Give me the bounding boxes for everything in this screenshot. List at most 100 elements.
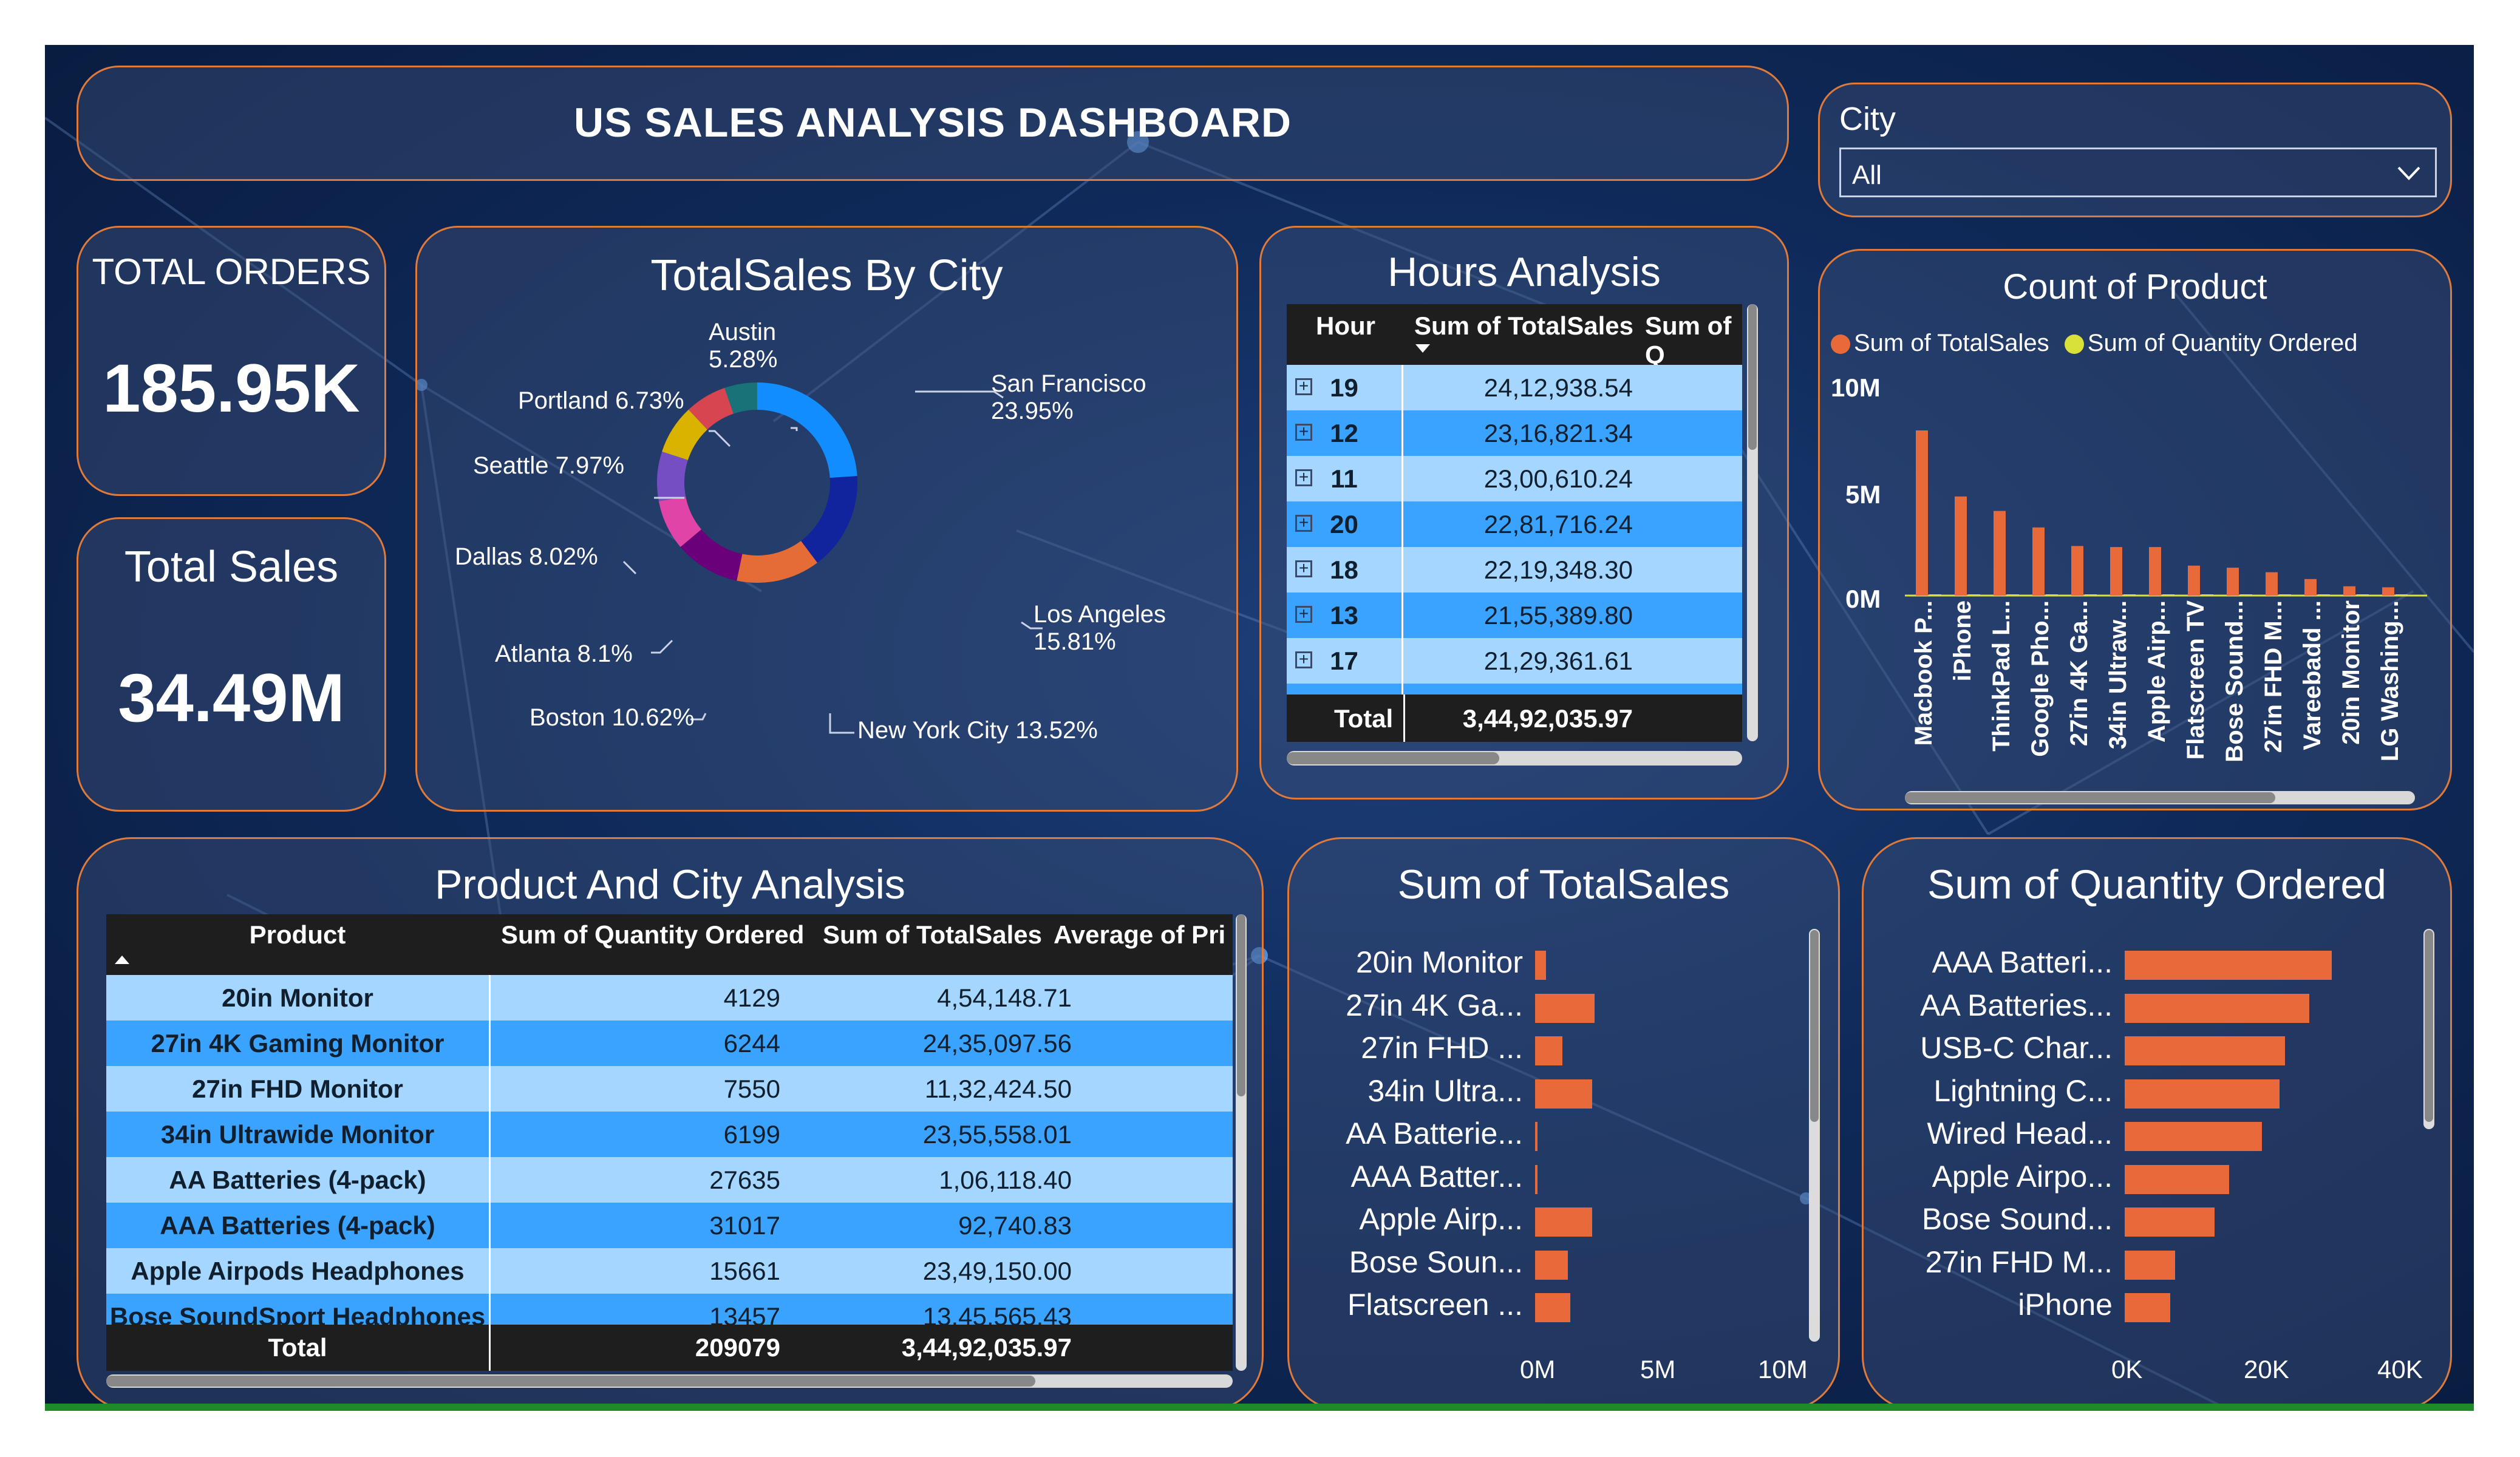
hours-vscroll[interactable] <box>1747 304 1758 741</box>
expand-icon[interactable]: + <box>1295 514 1312 532</box>
table-row[interactable]: AA Batteries (4-pack) 27635 1,06,118.40 <box>106 1157 1233 1203</box>
table-row[interactable]: 18 22,19,348.30 + <box>1287 547 1742 593</box>
col-total-sales[interactable]: Sum of TotalSales <box>823 920 1042 949</box>
count-bar-sales[interactable] <box>1955 496 1967 596</box>
count-bar-qty[interactable] <box>2357 594 2369 596</box>
qty-bar[interactable] <box>2125 1207 2215 1237</box>
count-bar-sales[interactable] <box>2382 587 2394 596</box>
sales-bar[interactable] <box>1535 1207 1592 1237</box>
expand-icon[interactable]: + <box>1295 378 1312 395</box>
count-bar-sales[interactable] <box>2071 546 2083 596</box>
sales-bar[interactable] <box>1535 1164 1538 1194</box>
count-category-label: 27in 4K Ga... <box>2066 600 2093 746</box>
qty-bar[interactable] <box>2125 1293 2171 1322</box>
sales-bar[interactable] <box>1535 1250 1568 1280</box>
expand-icon[interactable]: + <box>1295 469 1312 486</box>
count-bar-qty[interactable] <box>1968 594 1980 596</box>
sales-bar[interactable] <box>1535 1122 1538 1151</box>
donut-label-dallas: Dallas 8.02% <box>455 543 598 570</box>
qty-bar[interactable] <box>2125 993 2309 1023</box>
count-bar-sales[interactable] <box>1994 511 2006 596</box>
table-row[interactable]: 17 21,29,361.61 + <box>1287 638 1742 684</box>
expand-icon[interactable]: + <box>1295 423 1312 441</box>
count-bar-qty[interactable] <box>2201 594 2213 596</box>
count-bar-sales[interactable] <box>2266 572 2278 596</box>
qty-bar[interactable] <box>2125 1079 2280 1109</box>
qty-cell: 31017 <box>709 1211 780 1240</box>
count-bar-sales[interactable] <box>2304 579 2317 596</box>
table-row[interactable]: 27in FHD Monitor 7550 11,32,424.50 <box>106 1066 1233 1112</box>
product-vscroll[interactable] <box>1236 914 1247 1371</box>
count-category-label: Google Pho... <box>2027 600 2054 757</box>
qty-category-label: Wired Head... <box>1927 1116 2113 1150</box>
col-sum-totalsales[interactable]: Sum of TotalSales <box>1414 311 1633 341</box>
qty-bar[interactable] <box>2125 1036 2285 1065</box>
count-bar-qty[interactable] <box>2046 594 2058 596</box>
sales-bar-chart: 20in Monitor 27in 4K Ga... 27in FHD ... 34i… <box>1289 936 1824 1337</box>
count-bar-qty[interactable] <box>2279 594 2291 596</box>
col-sum-qty[interactable]: Sum of Q <box>1645 311 1742 370</box>
qty-bar[interactable] <box>2125 1122 2263 1151</box>
count-bar-qty[interactable] <box>2123 594 2136 596</box>
hours-hscroll[interactable] <box>1287 751 1742 766</box>
qty-bar-vscroll[interactable] <box>2423 929 2434 1129</box>
sales-category-label: 34in Ultra... <box>1367 1073 1523 1108</box>
expand-icon[interactable]: + <box>1295 605 1312 623</box>
sales-bar[interactable] <box>1535 993 1595 1023</box>
sales-cell: 23,49,150.00 <box>922 1257 1072 1285</box>
table-row[interactable]: 12 23,16,821.34 + <box>1287 410 1742 456</box>
table-row[interactable]: 19 24,12,938.54 + <box>1287 365 1742 410</box>
expand-icon[interactable]: + <box>1295 651 1312 668</box>
count-bar-sales[interactable] <box>2032 527 2045 596</box>
count-bar-qty[interactable] <box>2085 594 2097 596</box>
col-avg-price[interactable]: Average of Pri <box>1054 920 1233 949</box>
count-bar-qty[interactable] <box>2240 594 2252 596</box>
count-bar-qty[interactable] <box>2396 594 2408 596</box>
count-hscroll[interactable] <box>1905 791 2415 804</box>
expand-icon[interactable]: + <box>1295 560 1312 577</box>
table-row[interactable]: 1420,83,672.73+ <box>1287 684 1742 696</box>
count-category-label: 20in Monitor <box>2338 600 2365 745</box>
city-dropdown[interactable]: All <box>1839 148 2437 197</box>
count-bar-qty[interactable] <box>2318 594 2330 596</box>
count-bar-qty[interactable] <box>2007 594 2019 596</box>
table-row[interactable]: 13 21,55,389.80 + <box>1287 593 1742 638</box>
count-bar-sales[interactable] <box>2188 565 2200 596</box>
col-product[interactable]: Product <box>106 920 489 949</box>
qty-bar[interactable] <box>2125 1164 2230 1194</box>
table-row[interactable]: 27in 4K Gaming Monitor 6244 24,35,097.56 <box>106 1021 1233 1066</box>
count-bar-sales[interactable] <box>1916 430 1928 596</box>
col-hour[interactable]: Hour <box>1316 311 1375 341</box>
city-slicer[interactable]: City All <box>1818 83 2452 217</box>
table-row[interactable]: Apple Airpods Headphones 15661 23,49,150.0… <box>106 1248 1233 1294</box>
sales-bar[interactable] <box>1535 1293 1570 1322</box>
table-row[interactable]: 34in Ultrawide Monitor 6199 23,55,558.01 <box>106 1112 1233 1157</box>
count-legend: Sum of TotalSales Sum of Quantity Ordere… <box>1831 330 2357 357</box>
col-qty-ordered[interactable]: Sum of Quantity Ordered <box>501 920 804 949</box>
donut-label-austin: Austin 5.28% <box>709 319 778 373</box>
sales-bar[interactable] <box>1535 1079 1593 1109</box>
count-category-label: LG Washing... <box>2377 600 2403 761</box>
sales-cell: 23,00,610.24 <box>1483 464 1633 493</box>
sales-bar[interactable] <box>1535 1036 1563 1065</box>
qty-bar[interactable] <box>2125 1250 2176 1280</box>
count-bar-sales[interactable] <box>2110 547 2122 596</box>
qty-bar[interactable] <box>2125 951 2332 980</box>
product-hscroll[interactable] <box>106 1374 1233 1388</box>
count-category-label: 34in Ultraw... <box>2105 600 2131 749</box>
sales-category-label: Apple Airp... <box>1359 1202 1523 1236</box>
donut-label-seattle: Seattle 7.97% <box>473 452 625 479</box>
table-row[interactable]: 11 23,00,610.24 + <box>1287 456 1742 501</box>
count-bar-sales[interactable] <box>2149 547 2161 596</box>
count-bar-qty[interactable] <box>2162 594 2174 596</box>
table-row[interactable]: 20 22,81,716.24 + <box>1287 501 1742 547</box>
sales-bar[interactable] <box>1535 951 1546 980</box>
table-row[interactable]: 20in Monitor 4129 4,54,148.71 <box>106 975 1233 1021</box>
count-bar-sales[interactable] <box>2343 586 2355 596</box>
sales-cell: 11,32,424.50 <box>924 1075 1072 1103</box>
count-bar-qty[interactable] <box>1929 594 1941 596</box>
sales-bar-vscroll[interactable] <box>1809 929 1820 1342</box>
table-row[interactable]: AAA Batteries (4-pack) 31017 92,740.83 <box>106 1203 1233 1248</box>
table-row[interactable]: Bose SoundSport Headphones 13457 13,45,565… <box>106 1294 1233 1327</box>
count-bar-sales[interactable] <box>2227 568 2239 596</box>
